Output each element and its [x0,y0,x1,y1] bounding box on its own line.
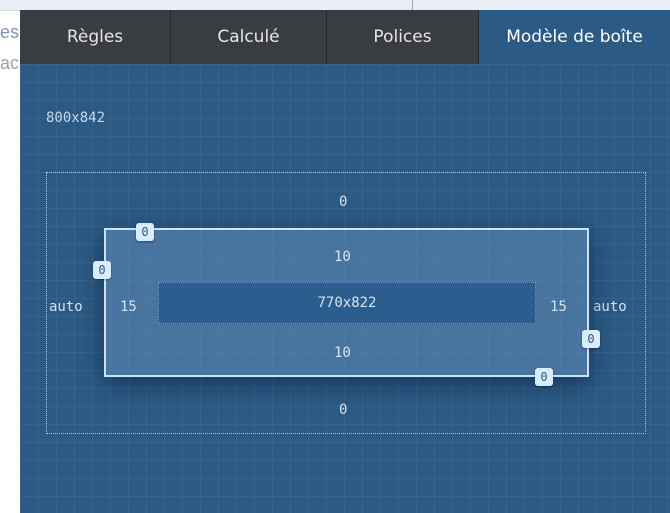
padding-bottom-value[interactable]: 10 [334,345,351,361]
background-divider [412,0,413,10]
tab-rules[interactable]: Règles [20,10,171,64]
tab-computed[interactable]: Calculé [171,10,327,64]
margin-left-value[interactable]: auto [49,299,83,315]
padding-top-value[interactable]: 10 [334,249,351,265]
border-top-badge[interactable]: 0 [136,223,154,241]
border-right-badge[interactable]: 0 [582,330,600,348]
margin-top-value[interactable]: 0 [339,194,347,210]
devtools-box-model-panel: Règles Calculé Polices Modèle de boîte 8… [20,10,670,513]
border-bottom-badge[interactable]: 0 [535,368,553,386]
margin-right-value[interactable]: auto [593,299,627,315]
tab-fonts[interactable]: Polices [327,10,479,64]
content-dimensions: 770x822 [317,295,377,311]
tab-bar: Règles Calculé Polices Modèle de boîte [20,10,670,64]
element-dimensions: 800x842 [46,110,106,126]
screen: es ac Règles Calculé Polices Modèle de b… [0,0,670,513]
margin-bottom-value[interactable]: 0 [339,402,347,418]
padding-right-value[interactable]: 15 [550,299,567,315]
padding-left-value[interactable]: 15 [120,299,137,315]
border-left-badge[interactable]: 0 [93,261,111,279]
tab-box-model[interactable]: Modèle de boîte [479,10,670,64]
content-box: 770x822 [158,282,536,324]
